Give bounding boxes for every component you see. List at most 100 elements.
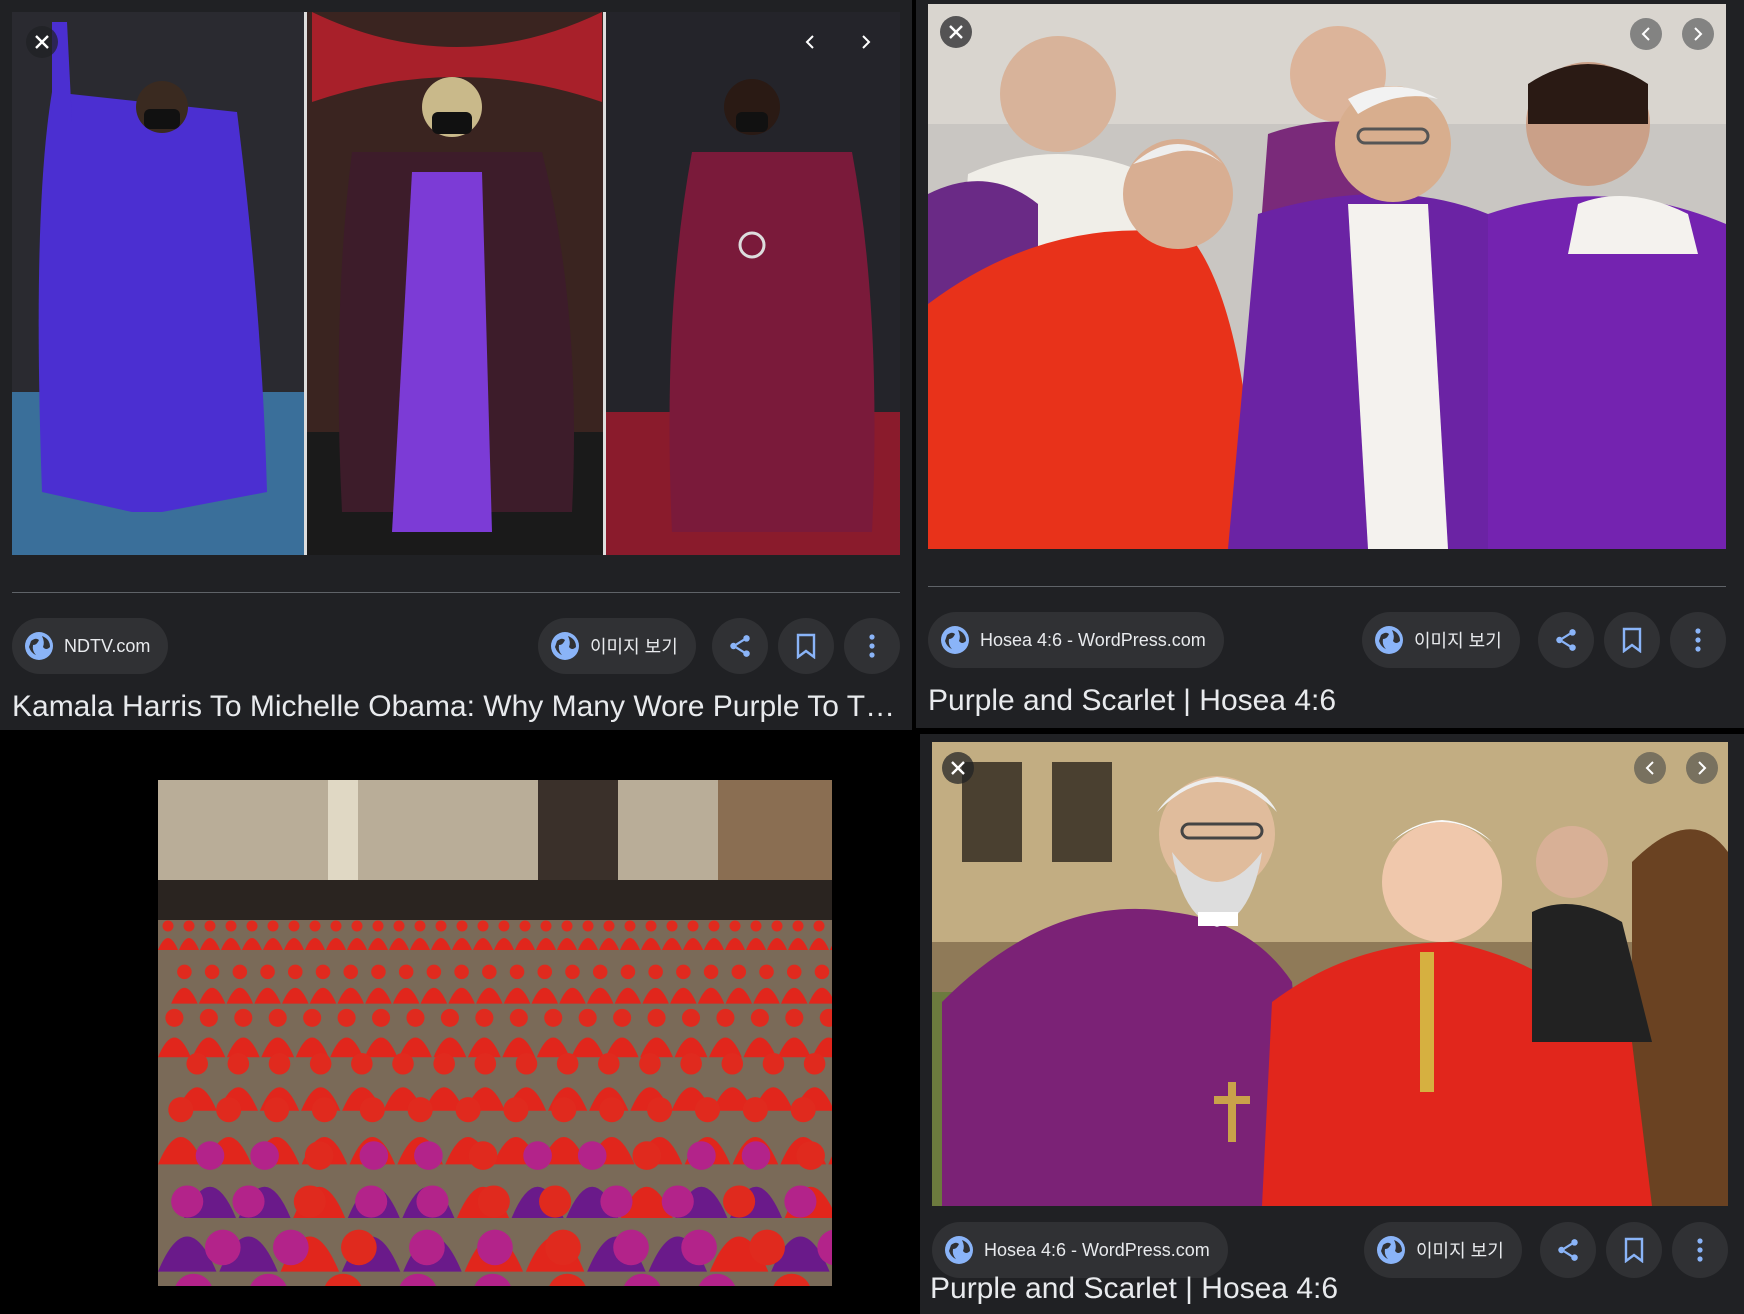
chevron-left-icon [1645, 761, 1654, 775]
source-label: NDTV.com [64, 635, 151, 656]
zucchetto [171, 1185, 204, 1218]
zucchetto [539, 1185, 572, 1218]
zucchetto [687, 1141, 716, 1170]
zucchetto [343, 964, 358, 980]
zucchetto [183, 920, 195, 932]
close-button[interactable] [940, 16, 972, 48]
share-button[interactable] [1540, 1222, 1596, 1278]
source-chip[interactable]: NDTV.com [12, 618, 169, 674]
zucchetto [309, 920, 321, 932]
more-options-button[interactable] [844, 618, 900, 674]
close-button[interactable] [942, 752, 974, 784]
share-button[interactable] [712, 618, 768, 674]
zucchetto [600, 1185, 633, 1218]
next-image-button[interactable] [1686, 752, 1718, 784]
zucchetto [398, 964, 414, 980]
zucchetto [195, 1141, 225, 1170]
zucchetto [582, 920, 594, 932]
zucchetto [477, 1229, 513, 1266]
zucchetto [409, 1229, 445, 1266]
zucchetto [204, 920, 216, 932]
previous-image-button[interactable] [1630, 18, 1662, 50]
save-button[interactable] [1604, 612, 1660, 668]
zucchetto [351, 920, 363, 932]
zucchetto [599, 1097, 625, 1123]
zucchetto [613, 1008, 632, 1027]
zucchetto [232, 1185, 265, 1218]
zucchetto [162, 920, 174, 932]
share-icon [1558, 1239, 1578, 1261]
result-panel-ndtv: NDTV.com 이미지 보기 Kamala Harris To Michell… [0, 0, 912, 730]
ash-wednesday-photo [928, 4, 1726, 549]
archbishop-pope-photo [932, 742, 1728, 1206]
zucchetto [613, 1229, 649, 1266]
zucchetto [273, 1229, 309, 1266]
more-options-button[interactable] [1670, 612, 1726, 668]
close-button[interactable] [26, 26, 58, 58]
more-options-button[interactable] [1672, 1222, 1728, 1278]
zucchetto [577, 1141, 607, 1170]
zucchetto [204, 1229, 241, 1266]
zucchetto [648, 964, 663, 980]
zucchetto [645, 920, 657, 932]
divider [928, 586, 1726, 587]
zucchetto [545, 1229, 581, 1266]
previous-image-button[interactable] [794, 26, 826, 58]
zucchetto [268, 1008, 287, 1027]
cardinals-basilica-photo [158, 780, 832, 1286]
view-image-button[interactable]: 이미지 보기 [1364, 1222, 1522, 1278]
zucchetto [624, 920, 636, 932]
zucchetto [551, 1097, 577, 1123]
result-title[interactable]: Purple and Scarlet | Hosea 4:6 [928, 684, 1726, 718]
close-icon [949, 25, 963, 39]
previous-image-button[interactable] [1634, 752, 1666, 784]
share-button[interactable] [1538, 612, 1594, 668]
zucchetto [330, 920, 342, 932]
zucchetto [288, 964, 303, 980]
zucchetto [676, 964, 691, 980]
next-image-button[interactable] [850, 26, 882, 58]
zucchetto [337, 1008, 356, 1027]
source-chip[interactable]: Hosea 4:6 - WordPress.com [928, 612, 1224, 668]
view-image-button[interactable]: 이미지 보기 [538, 618, 696, 674]
zucchetto [414, 1141, 443, 1170]
zucchetto [186, 1052, 208, 1075]
globe-icon [941, 626, 969, 654]
source-label: Hosea 4:6 - WordPress.com [984, 1239, 1210, 1260]
view-image-button[interactable]: 이미지 보기 [1362, 612, 1520, 668]
zucchetto [792, 920, 804, 932]
zucchetto [762, 1052, 785, 1075]
zucchetto [729, 920, 741, 932]
zucchetto [540, 920, 552, 932]
more-vert-icon [1697, 1238, 1703, 1262]
close-icon [35, 35, 49, 49]
zucchetto [392, 1052, 414, 1075]
preview-image-hosea-top[interactable] [928, 4, 1726, 549]
preview-image-hosea-bottom[interactable] [932, 742, 1728, 1206]
zucchetto [592, 964, 608, 980]
zucchetto [227, 1052, 250, 1075]
preview-image-ndtv[interactable] [12, 12, 900, 555]
zucchetto [216, 1097, 242, 1123]
source-chip[interactable]: Hosea 4:6 - WordPress.com [932, 1222, 1228, 1278]
divider [12, 592, 900, 593]
chevron-left-icon [1641, 27, 1650, 41]
save-button[interactable] [778, 618, 834, 674]
zucchetto [477, 1185, 510, 1218]
zucchetto [716, 1008, 735, 1027]
zucchetto [355, 1185, 388, 1218]
save-button[interactable] [1606, 1222, 1662, 1278]
zucchetto [556, 1052, 579, 1075]
zucchetto [168, 1097, 194, 1123]
zucchetto [750, 920, 762, 932]
next-image-button[interactable] [1682, 18, 1714, 50]
cardinals-image[interactable] [158, 780, 832, 1286]
result-title[interactable]: Purple and Scarlet | Hosea 4:6 [930, 1272, 1730, 1306]
zucchetto [246, 920, 258, 932]
zucchetto [814, 964, 830, 980]
zucchetto [790, 1097, 816, 1123]
result-title[interactable]: Kamala Harris To Michelle Obama: Why Man… [12, 690, 900, 724]
zucchetto [694, 1097, 721, 1123]
zucchetto [293, 1185, 326, 1218]
zucchetto [786, 964, 802, 980]
